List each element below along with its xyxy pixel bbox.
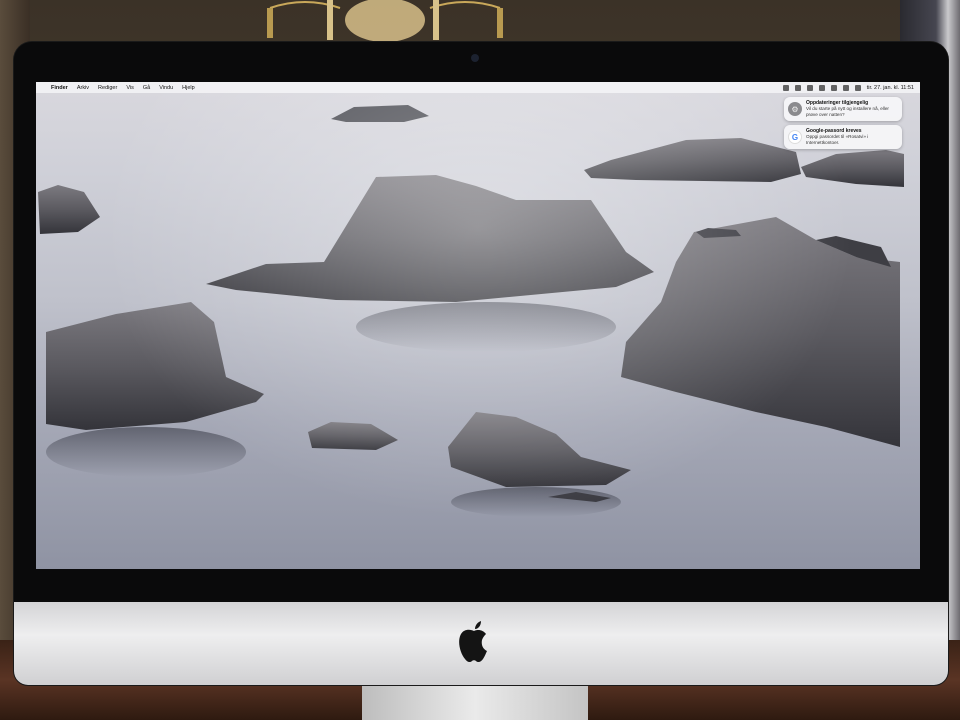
status-icon[interactable] — [794, 84, 801, 91]
chandelier — [267, 0, 503, 42]
notification-updates[interactable]: ⚙ Oppdateringer tilgjengelig Vil du star… — [784, 97, 902, 121]
menu-vis[interactable]: Vis — [126, 85, 134, 91]
notification-google-password[interactable]: G Google-passord kreves Oppgi passordet … — [784, 125, 902, 149]
menu-arkiv[interactable]: Arkiv — [77, 85, 89, 91]
imac-monitor: Finder Arkiv Rediger Vis Gå Vindu Hjelp … — [14, 42, 948, 685]
wifi-icon[interactable] — [818, 84, 825, 91]
menu-rediger[interactable]: Rediger — [98, 85, 117, 91]
menu-bar: Finder Arkiv Rediger Vis Gå Vindu Hjelp … — [36, 82, 920, 93]
menu-ga[interactable]: Gå — [143, 85, 150, 91]
status-area: tir. 27. jan. kl. 11:51 — [782, 82, 914, 93]
fog-overlay — [36, 82, 920, 569]
menu-clock[interactable]: tir. 27. jan. kl. 11:51 — [867, 85, 914, 91]
control-center-icon[interactable] — [842, 84, 849, 91]
search-icon[interactable] — [830, 84, 837, 91]
menu-vindu[interactable]: Vindu — [159, 85, 173, 91]
menu-app-name[interactable]: Finder — [51, 85, 68, 91]
apple-logo-icon — [459, 621, 487, 663]
gear-icon: ⚙ — [788, 102, 802, 116]
siri-icon[interactable] — [854, 84, 861, 91]
status-icon[interactable] — [806, 84, 813, 91]
desktop-screen[interactable]: Finder Arkiv Rediger Vis Gå Vindu Hjelp … — [36, 82, 920, 569]
menu-hjelp[interactable]: Hjelp — [182, 85, 195, 91]
status-icon[interactable] — [782, 84, 789, 91]
camera-icon — [471, 54, 479, 62]
notification-body: Oppgi passordet til «Rosatvi» i Internet… — [806, 134, 869, 145]
notification-body: Vil du starte på nytt og installere nå, … — [806, 106, 889, 117]
google-icon: G — [788, 130, 802, 144]
imac-stand — [362, 682, 588, 720]
